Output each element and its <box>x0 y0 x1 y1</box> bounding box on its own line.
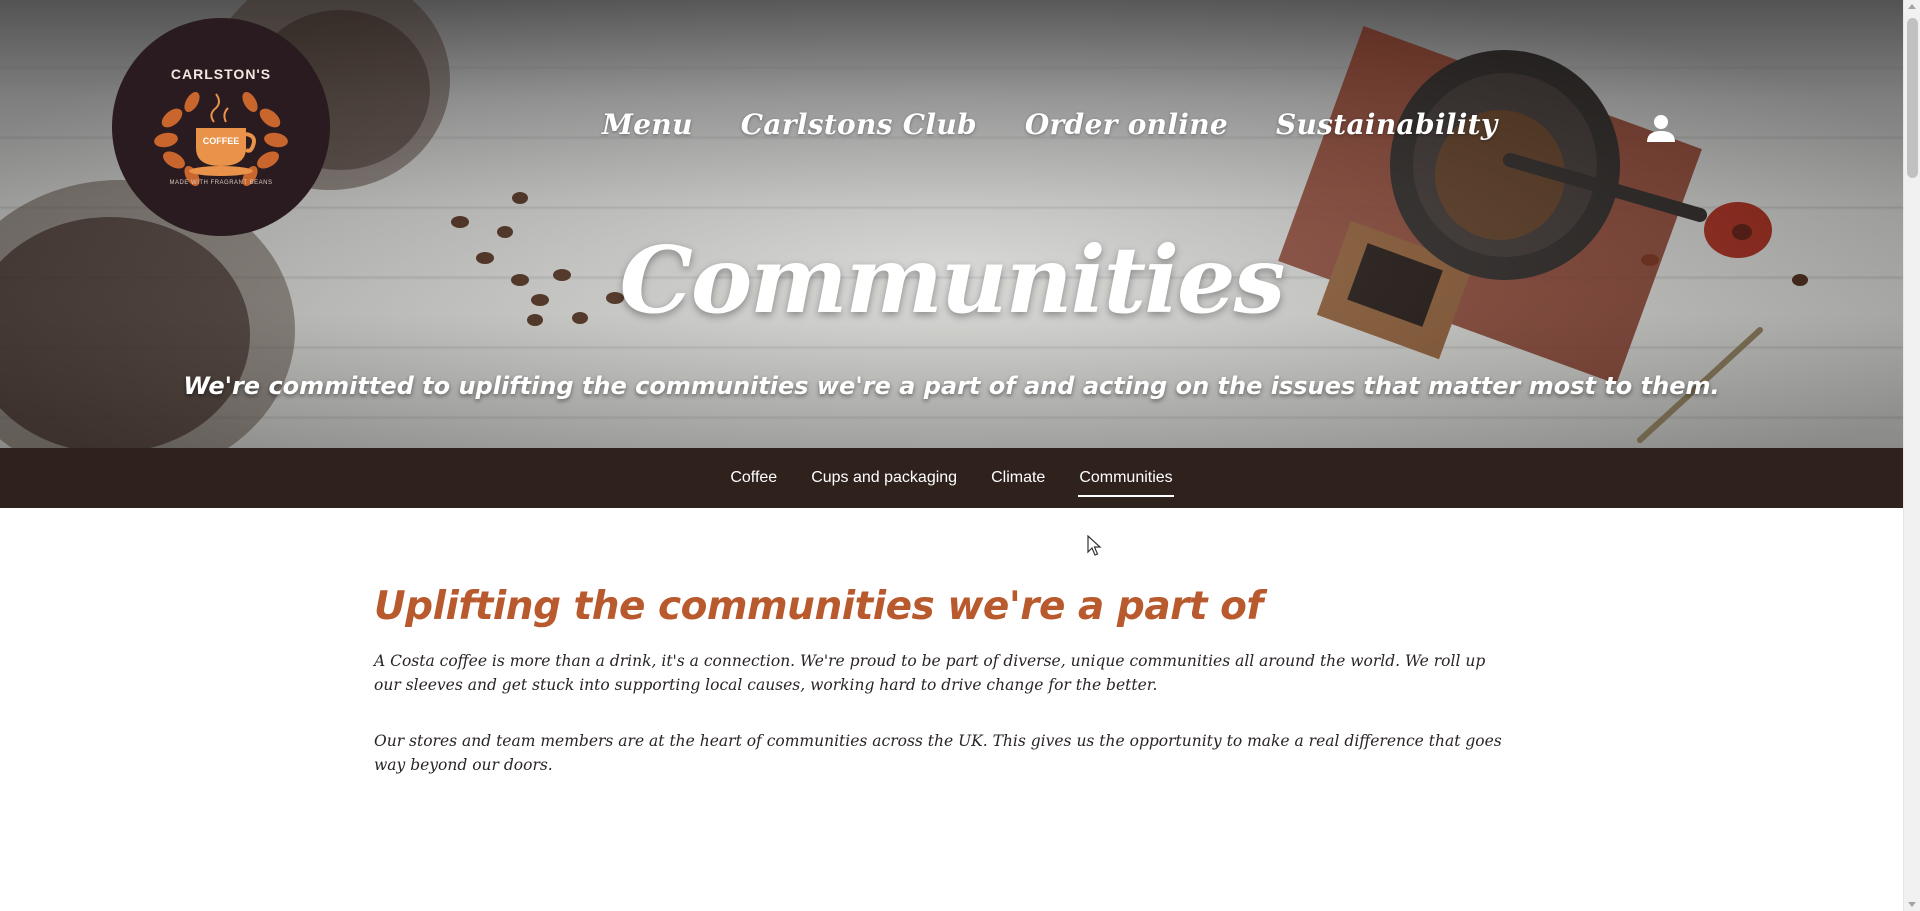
mouse-pointer-icon <box>1087 535 1102 556</box>
main-nav: Menu Carlstons Club Order online Sustain… <box>602 108 1497 141</box>
page-title: Communities <box>619 226 1286 334</box>
logo-center-label: COFFEE <box>202 136 240 146</box>
nav-item-carlstons-club[interactable]: Carlstons Club <box>741 108 977 141</box>
logo-brand-name: CARLSTON'S <box>170 66 272 82</box>
scroll-up-arrow-icon[interactable] <box>1908 4 1916 9</box>
tab-climate[interactable]: Climate <box>990 461 1046 495</box>
tab-communities[interactable]: Communities <box>1078 461 1175 497</box>
logo-tagline: MADE WITH FRAGRANT BEANS <box>169 180 273 186</box>
nav-item-sustainability[interactable]: Sustainability <box>1276 108 1497 141</box>
hero-banner: CARLSTON'S COFFEE MADE WITH FRAGRANT BEA… <box>0 0 1903 448</box>
tab-coffee[interactable]: Coffee <box>729 461 778 495</box>
coffee-cup-emblem-icon <box>154 92 288 186</box>
section-tabs: Coffee Cups and packaging Climate Commun… <box>0 448 1903 508</box>
main-content: Uplifting the communities we're a part o… <box>374 584 1504 809</box>
user-icon[interactable] <box>1646 113 1676 143</box>
section-heading: Uplifting the communities we're a part o… <box>374 584 1263 629</box>
paragraph-intro: A Costa coffee is more than a drink, it'… <box>374 652 1486 694</box>
tab-cups-and-packaging[interactable]: Cups and packaging <box>810 461 958 495</box>
page: CARLSTON'S COFFEE MADE WITH FRAGRANT BEA… <box>0 0 1903 911</box>
nav-item-menu[interactable]: Menu <box>602 108 693 141</box>
page-subtitle: We're committed to uplifting the communi… <box>183 372 1720 400</box>
brand-logo[interactable]: CARLSTON'S COFFEE MADE WITH FRAGRANT BEA… <box>112 18 330 236</box>
scrollbar-thumb[interactable] <box>1907 18 1918 178</box>
vertical-scrollbar[interactable] <box>1903 0 1920 911</box>
nav-item-order-online[interactable]: Order online <box>1025 108 1228 141</box>
paragraph-stores: Our stores and team members are at the h… <box>374 732 1502 774</box>
scroll-down-arrow-icon[interactable] <box>1908 902 1916 907</box>
